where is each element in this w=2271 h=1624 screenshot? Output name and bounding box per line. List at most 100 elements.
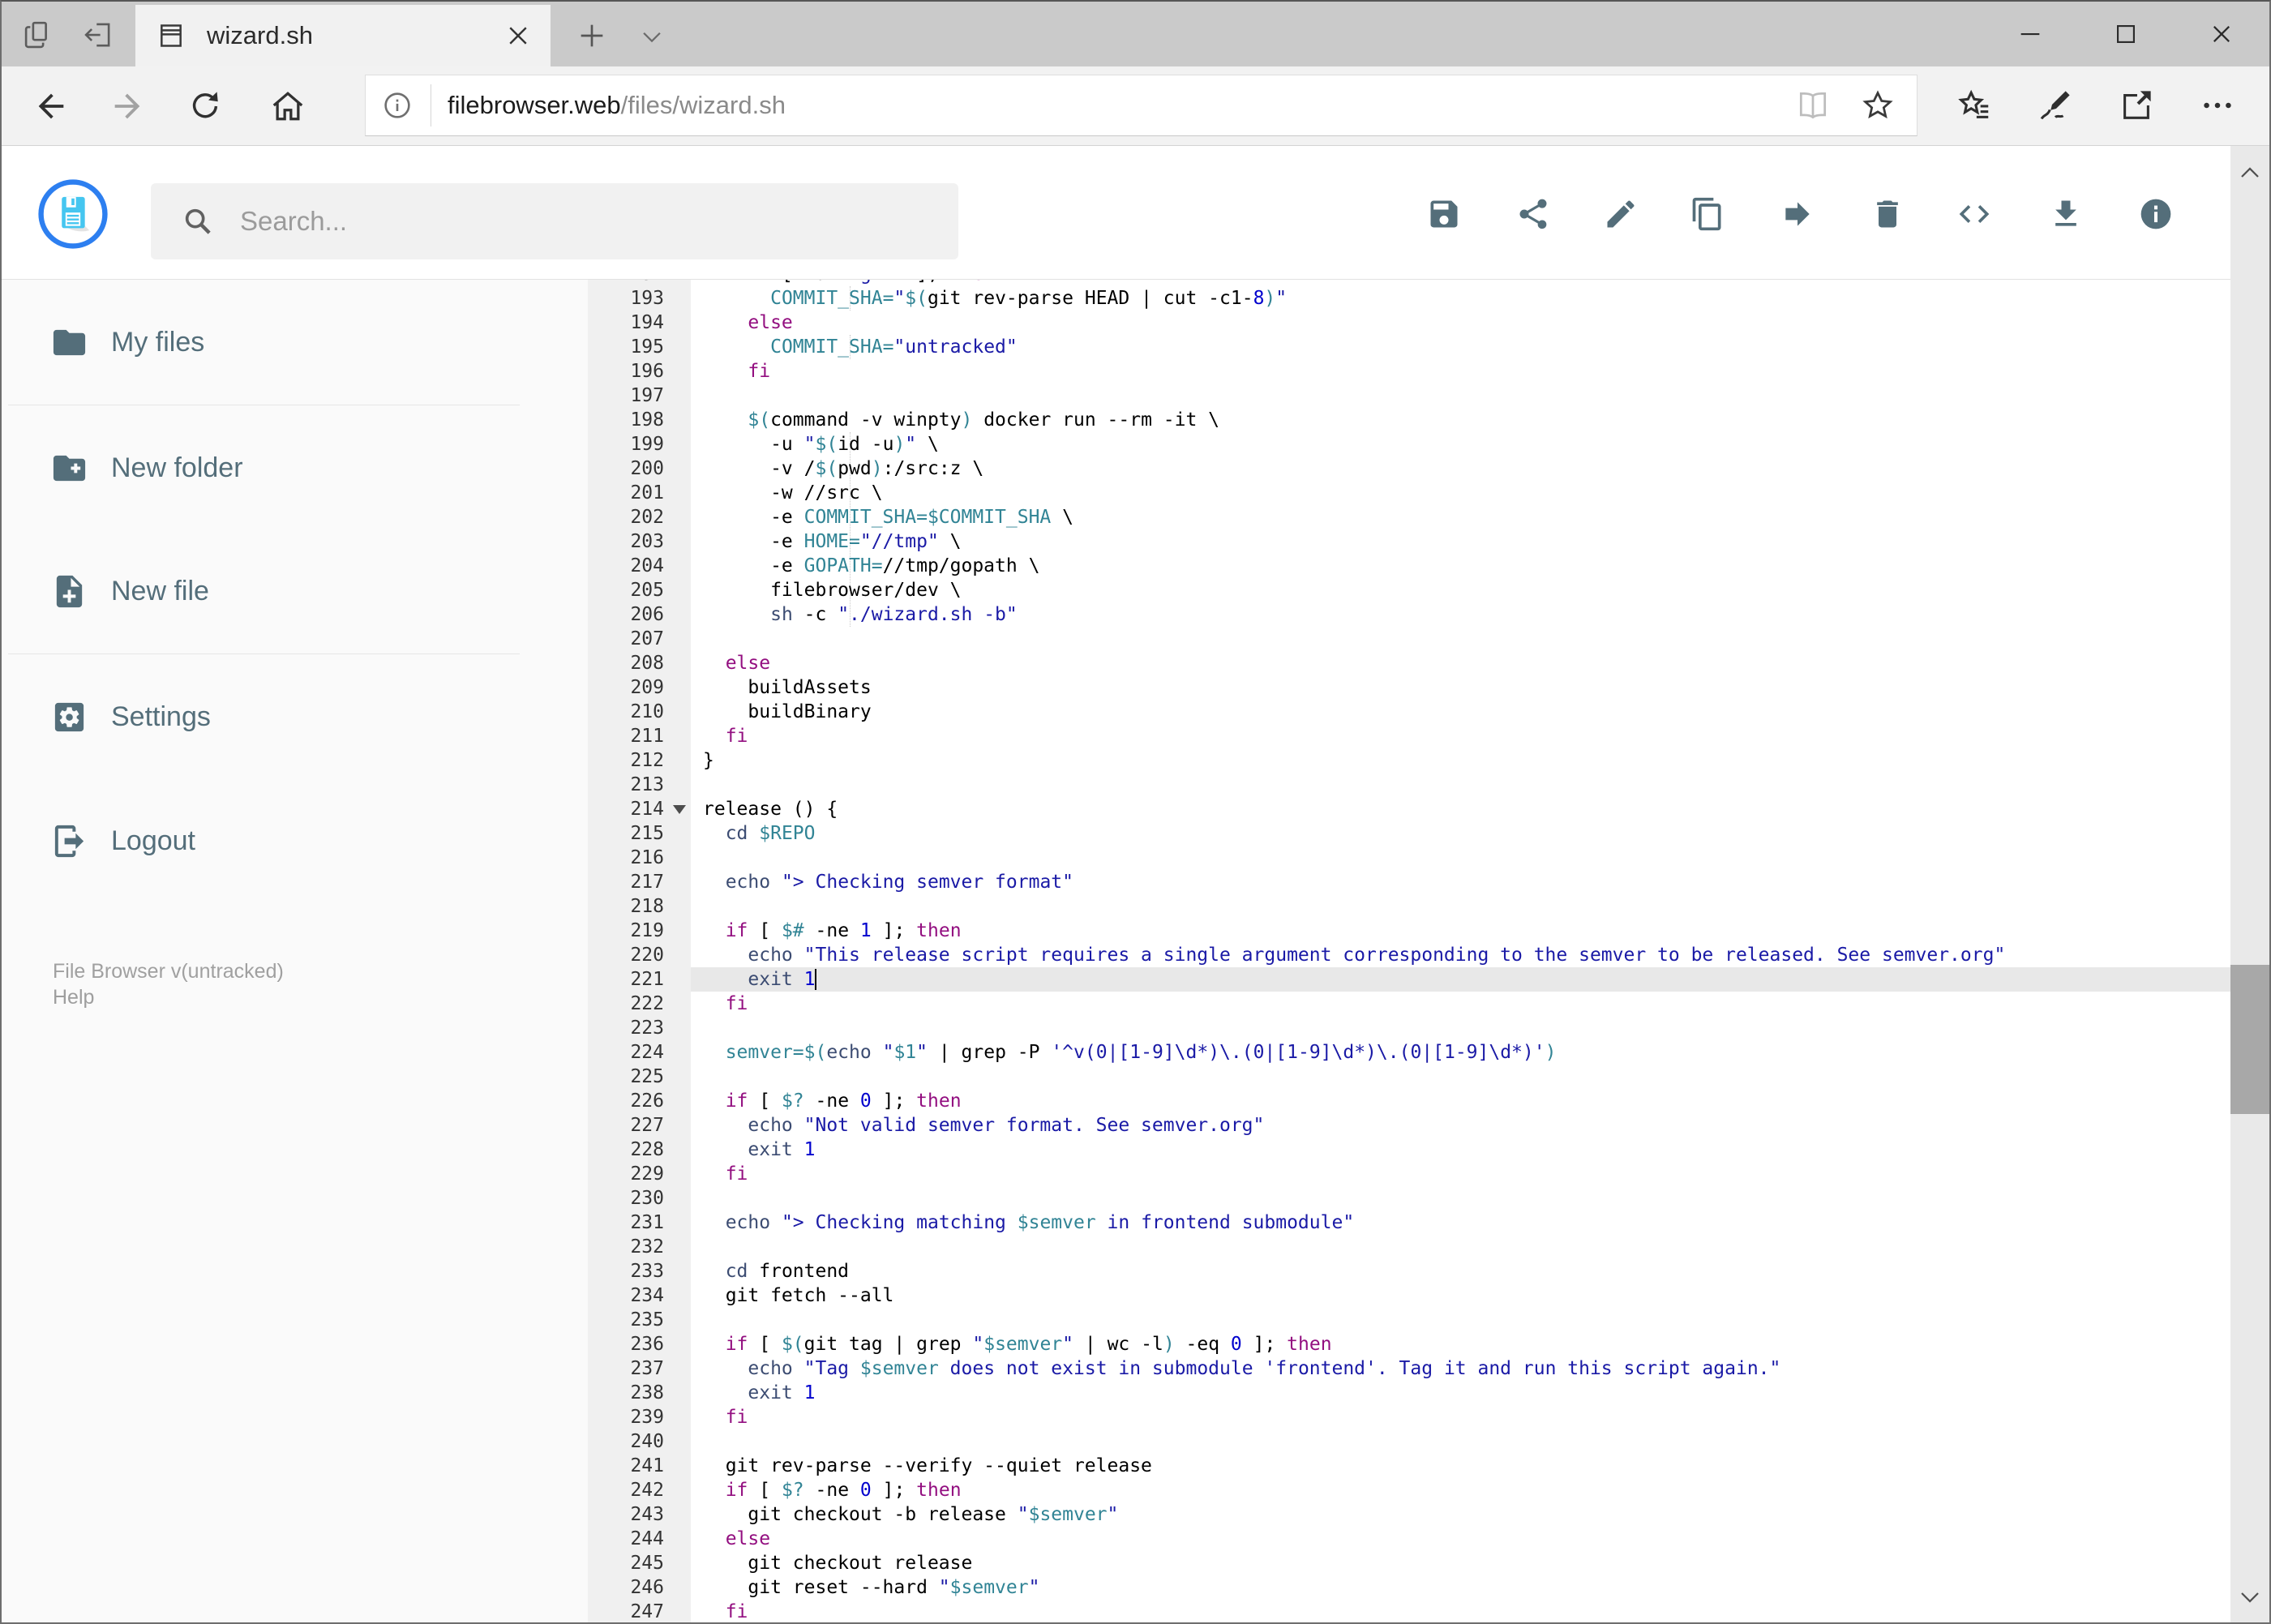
code-line[interactable] [691,1065,2230,1089]
code-line[interactable]: if [ $# -ne 1 ]; then [691,919,2230,943]
move-button[interactable] [1780,196,1815,232]
sidebar-item-my-files[interactable]: My files [2,302,588,383]
page-scrollbar[interactable] [2230,146,2269,1622]
code-line[interactable]: sh -c "./wizard.sh -b" [691,602,2230,627]
code-line[interactable]: if [ $? -ne 0 ]; then [691,1089,2230,1113]
code-line[interactable]: exit 1 [691,1381,2230,1405]
code-line[interactable] [691,1016,2230,1040]
set-tabs-aside-icon[interactable] [81,18,115,52]
code-line[interactable] [691,1429,2230,1454]
code-button[interactable] [1956,196,1992,232]
tab-close-icon[interactable] [503,21,533,50]
code-line[interactable]: cd frontend [691,1259,2230,1283]
download-button[interactable] [2048,196,2084,232]
share-button[interactable] [1515,196,1551,232]
fold-widget-icon[interactable] [673,805,686,814]
favorite-star-icon[interactable] [1860,88,1896,123]
tab-list-chevron-icon[interactable] [634,23,670,50]
code-line[interactable]: buildBinary [691,700,2230,724]
code-line[interactable]: -u "$(id -u)" \ [691,432,2230,456]
code-line[interactable]: git reset --hard "$semver" [691,1575,2230,1600]
code-line[interactable] [691,846,2230,870]
code-line[interactable]: echo "Not valid semver format. See semve… [691,1113,2230,1138]
editor-code-area[interactable]: if [ -d ".git" ]; then COMMIT_SHA="$(git… [691,280,2230,1622]
new-tab-button[interactable] [574,19,610,52]
home-icon[interactable] [269,88,306,125]
code-line[interactable]: semver=$(echo "$1" | grep -P '^v(0|[1-9]… [691,1040,2230,1065]
code-line[interactable]: git fetch --all [691,1283,2230,1308]
refresh-icon[interactable] [186,88,224,125]
code-line[interactable]: cd $REPO [691,821,2230,846]
code-line[interactable]: fi [691,359,2230,384]
code-line[interactable]: echo "This release script requires a sin… [691,943,2230,967]
sidebar-item-new-folder[interactable]: New folder [2,427,588,508]
code-line[interactable]: fi [691,992,2230,1016]
code-line[interactable]: COMMIT_SHA="$(git rev-parse HEAD | cut -… [691,286,2230,311]
code-line[interactable]: -e COMMIT_SHA=$COMMIT_SHA \ [691,505,2230,529]
code-line[interactable]: git rev-parse --verify --quiet release [691,1454,2230,1478]
address-bar[interactable]: filebrowser.web/files/wizard.sh [365,75,1917,136]
code-line[interactable]: echo "> Checking matching $semver in fro… [691,1211,2230,1235]
code-line[interactable]: git checkout release [691,1551,2230,1575]
code-line[interactable]: filebrowser/dev \ [691,578,2230,602]
delete-button[interactable] [1870,196,1905,232]
code-line[interactable]: if [ $(git tag | grep "$semver" | wc -l)… [691,1332,2230,1356]
code-line[interactable]: fi [691,1162,2230,1186]
code-line[interactable] [691,1186,2230,1211]
scroll-up-icon[interactable] [2236,161,2264,185]
code-line[interactable]: exit 1 [691,967,2230,992]
code-line[interactable]: buildAssets [691,675,2230,700]
maximize-button[interactable] [2078,2,2174,66]
code-line[interactable]: fi [691,1405,2230,1429]
back-icon[interactable] [32,88,70,125]
code-line[interactable] [691,1235,2230,1259]
code-line[interactable]: -e HOME="//tmp" \ [691,529,2230,554]
code-line[interactable] [691,773,2230,797]
code-line[interactable]: echo "Tag $semver does not exist in subm… [691,1356,2230,1381]
code-line[interactable]: else [691,651,2230,675]
share-button[interactable] [2096,84,2177,126]
code-line[interactable]: else [691,311,2230,335]
browser-tab[interactable]: wizard.sh [135,5,551,66]
minimize-button[interactable] [1982,2,2078,66]
search-input[interactable]: Search... [151,183,958,259]
more-button[interactable] [2177,84,2258,126]
code-line[interactable]: -w //src \ [691,481,2230,505]
code-line[interactable]: echo "> Checking semver format" [691,870,2230,894]
sidebar-item-new-file[interactable]: New file [2,551,588,632]
code-line[interactable]: if [ -d ".git" ]; then [691,280,2230,286]
code-line[interactable]: COMMIT_SHA="untracked" [691,335,2230,359]
code-line[interactable] [691,384,2230,408]
close-window-button[interactable] [2174,2,2269,66]
scrollbar-thumb[interactable] [2230,965,2269,1114]
code-line[interactable] [691,894,2230,919]
code-line[interactable] [691,627,2230,651]
code-line[interactable]: exit 1 [691,1138,2230,1162]
forward-icon[interactable] [109,88,146,125]
code-editor[interactable]: 192 193 194 195 196 197 198 199 200 201 202 203 204 2… [588,280,2230,1622]
hub-button[interactable] [1934,84,2015,126]
sidebar-item-settings[interactable]: Settings [2,676,588,757]
code-line[interactable]: -v /$(pwd):/src:z \ [691,456,2230,481]
help-link[interactable]: Help [53,984,588,1010]
code-line[interactable]: $(command -v winpty) docker run --rm -it… [691,408,2230,432]
sidebar-item-logout[interactable]: Logout [2,800,588,881]
code-line[interactable]: if [ $? -ne 0 ]; then [691,1478,2230,1502]
code-line[interactable]: git checkout -b release "$semver" [691,1502,2230,1527]
filebrowser-logo[interactable] [37,178,109,250]
code-line[interactable]: -e GOPATH=//tmp/gopath \ [691,554,2230,578]
code-line[interactable]: else [691,1527,2230,1551]
code-line[interactable]: fi [691,1600,2230,1622]
code-line[interactable]: } [691,748,2230,773]
code-line[interactable]: release () { [691,797,2230,821]
annotate-button[interactable] [2015,84,2096,126]
info-button[interactable] [2138,196,2174,232]
code-line[interactable]: fi [691,724,2230,748]
edit-button[interactable] [1603,196,1639,232]
site-info-icon[interactable] [380,88,414,122]
save-button[interactable] [1426,196,1462,232]
copy-button[interactable] [1690,196,1725,232]
scroll-down-icon[interactable] [2236,1585,2264,1609]
code-line[interactable] [691,1308,2230,1332]
tab-preview-icon[interactable] [21,18,55,52]
